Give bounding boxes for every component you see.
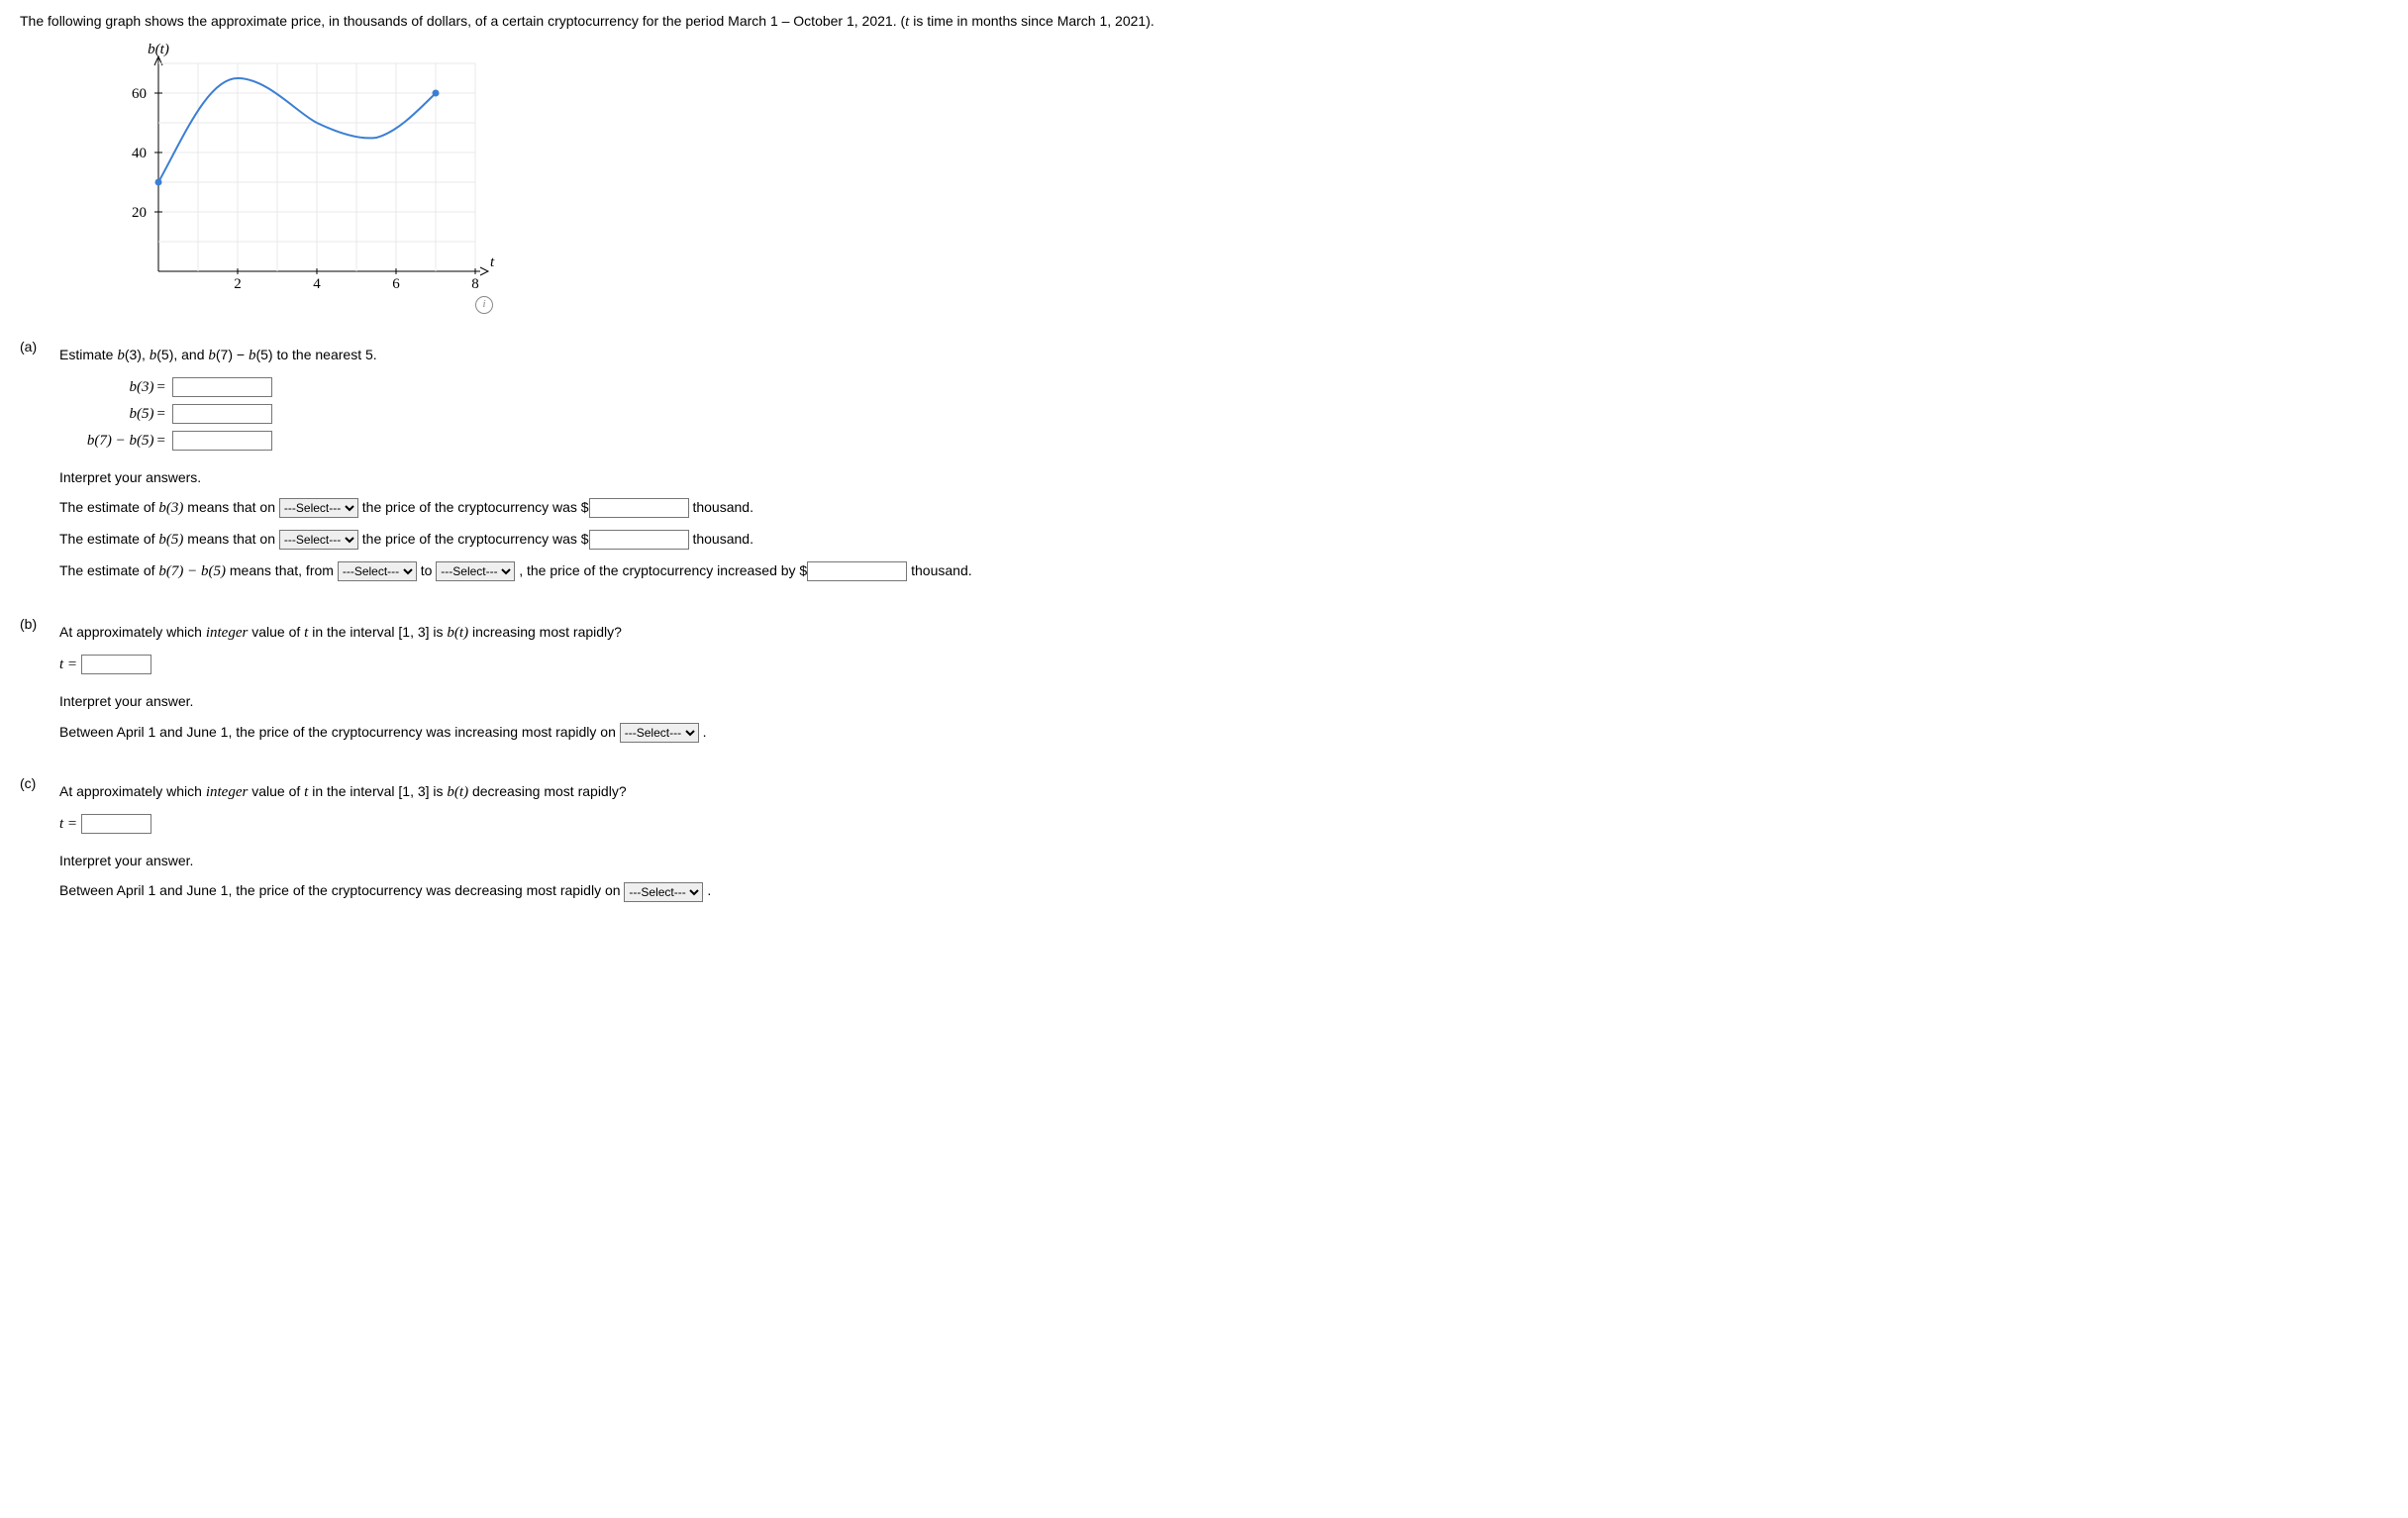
part-a: (a) Estimate b(3), b(5), and b(7) − b(5)… bbox=[20, 336, 2388, 591]
part-b-label: (b) bbox=[20, 613, 59, 751]
part-c-answer: t = bbox=[59, 812, 2388, 836]
svg-text:20: 20 bbox=[132, 205, 147, 221]
part-a-label: (a) bbox=[20, 336, 59, 591]
part-c-prompt: At approximately which integer value of … bbox=[59, 780, 2388, 804]
svg-text:b(t): b(t) bbox=[148, 44, 169, 57]
interpret-a-1: The estimate of b(3) means that on ---Se… bbox=[59, 496, 2388, 520]
select-a-3b[interactable]: ---Select--- bbox=[436, 561, 515, 581]
select-a-1[interactable]: ---Select--- bbox=[279, 498, 358, 518]
b5-input[interactable] bbox=[172, 404, 272, 424]
b3-row: b(3)= bbox=[59, 375, 2388, 399]
part-c-label: (c) bbox=[20, 772, 59, 910]
part-c: (c) At approximately which integer value… bbox=[20, 772, 2388, 910]
interpret-b-head: Interpret your answer. bbox=[59, 690, 2388, 712]
select-c[interactable]: ---Select--- bbox=[624, 882, 703, 902]
info-icon[interactable]: i bbox=[475, 296, 493, 314]
part-a-prompt: Estimate b(3), b(5), and b(7) − b(5) to … bbox=[59, 344, 2388, 367]
interpret-a-3: The estimate of b(7) − b(5) means that, … bbox=[59, 559, 2388, 583]
svg-text:60: 60 bbox=[132, 86, 147, 102]
chart-container: 2 4 6 8 20 40 60 t b(t) i bbox=[99, 44, 2388, 314]
price-b3-input[interactable] bbox=[589, 498, 689, 518]
interpret-b-sentence: Between April 1 and June 1, the price of… bbox=[59, 721, 2388, 743]
select-b[interactable]: ---Select--- bbox=[620, 723, 699, 743]
interpret-c-head: Interpret your answer. bbox=[59, 850, 2388, 871]
svg-text:4: 4 bbox=[313, 276, 321, 291]
svg-text:t: t bbox=[490, 254, 495, 270]
price-bdiff-input[interactable] bbox=[807, 561, 907, 581]
select-a-3a[interactable]: ---Select--- bbox=[338, 561, 417, 581]
t-c-input[interactable] bbox=[81, 814, 151, 834]
intro-text: The following graph shows the approximat… bbox=[20, 10, 2388, 34]
b5-row: b(5)= bbox=[59, 402, 2388, 426]
interpret-a-2: The estimate of b(5) means that on ---Se… bbox=[59, 528, 2388, 552]
svg-text:40: 40 bbox=[132, 146, 147, 161]
b3-input[interactable] bbox=[172, 377, 272, 397]
price-b5-input[interactable] bbox=[589, 530, 689, 550]
part-b-answer: t = bbox=[59, 653, 2388, 676]
t-b-input[interactable] bbox=[81, 655, 151, 674]
price-chart: 2 4 6 8 20 40 60 t b(t) bbox=[99, 44, 495, 291]
svg-text:2: 2 bbox=[234, 276, 242, 291]
bdiff-input[interactable] bbox=[172, 431, 272, 451]
svg-text:6: 6 bbox=[392, 276, 400, 291]
part-b: (b) At approximately which integer value… bbox=[20, 613, 2388, 751]
interpret-c-sentence: Between April 1 and June 1, the price of… bbox=[59, 879, 2388, 901]
svg-text:8: 8 bbox=[471, 276, 479, 291]
interpret-a-head: Interpret your answers. bbox=[59, 466, 2388, 488]
part-b-prompt: At approximately which integer value of … bbox=[59, 621, 2388, 645]
select-a-2[interactable]: ---Select--- bbox=[279, 530, 358, 550]
bdiff-row: b(7) − b(5)= bbox=[59, 429, 2388, 453]
